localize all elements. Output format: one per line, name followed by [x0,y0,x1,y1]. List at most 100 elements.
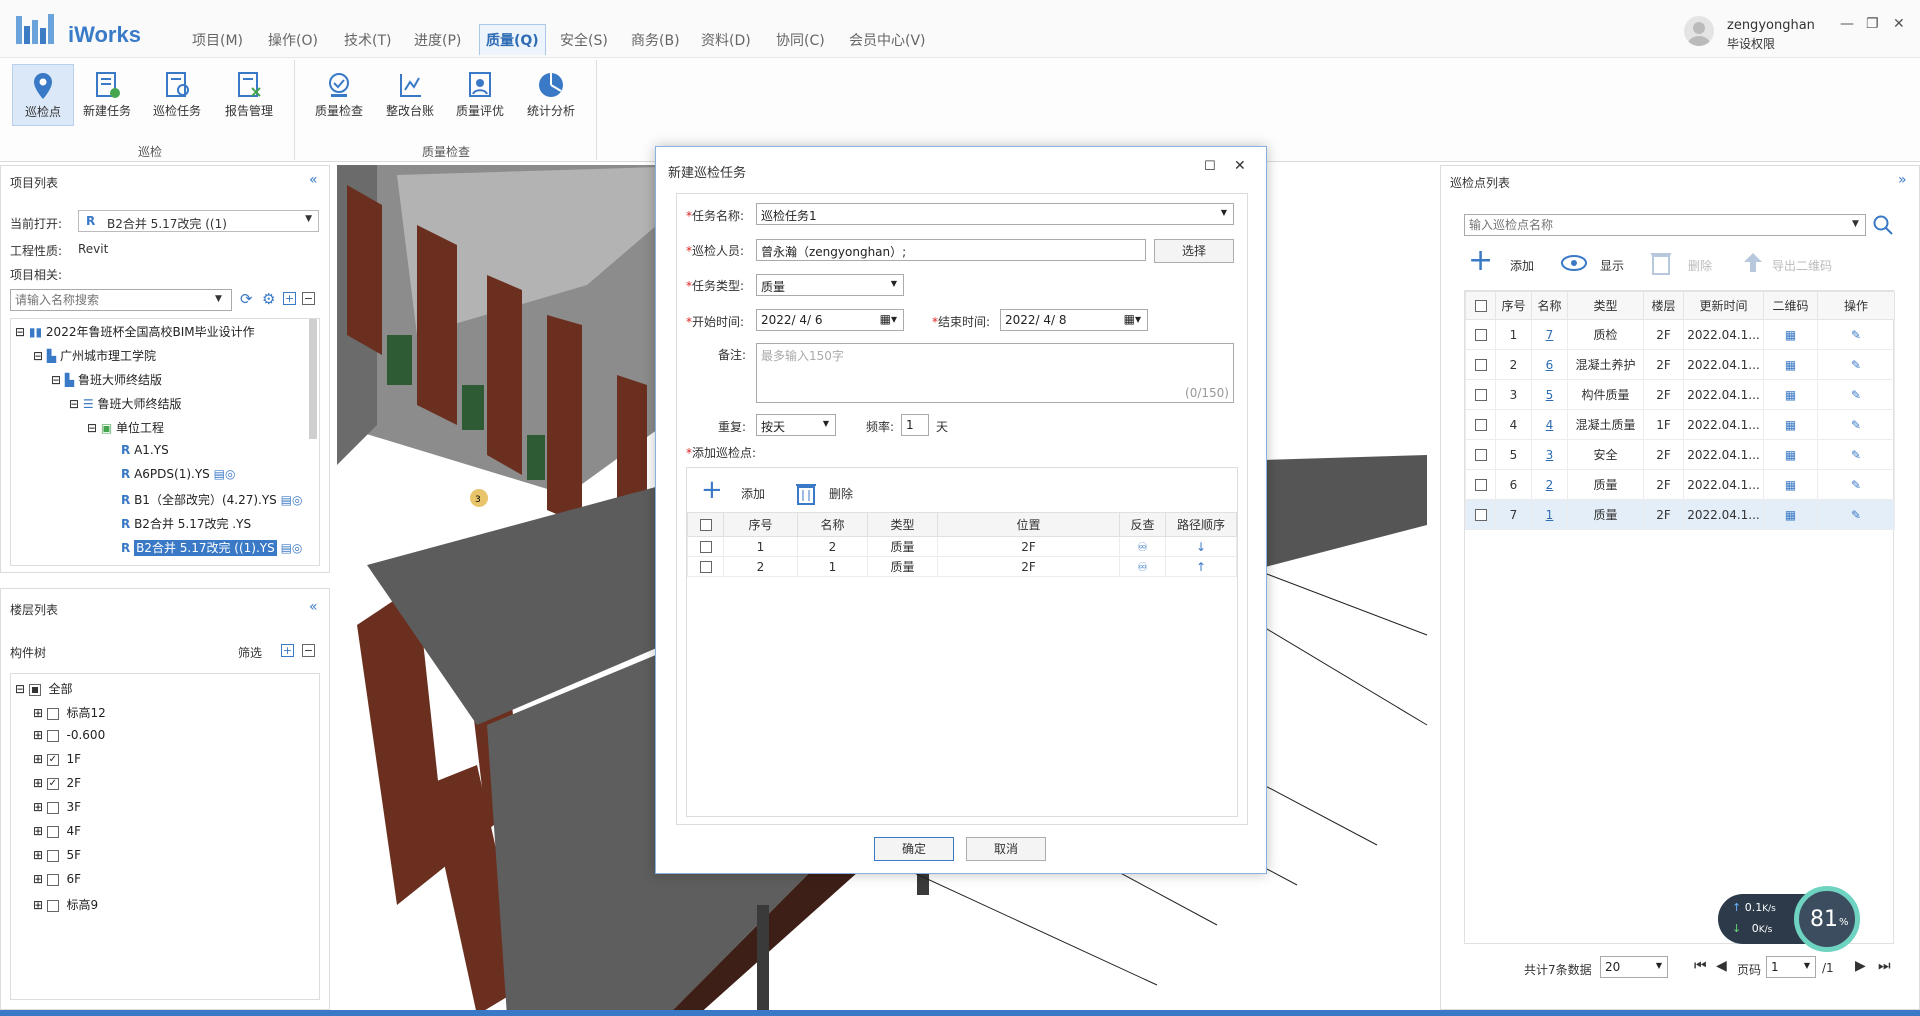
eye-icon[interactable] [1560,254,1588,272]
start-date-picker[interactable]: 2022/ 4/ 6 ▦▾ [756,309,904,331]
chevron-down-icon[interactable]: ▼ [1852,219,1859,229]
tree-node-model[interactable]: R A6PDS(1).YS ▤◎ [121,467,235,481]
prev-page-icon[interactable]: ◀ [1716,958,1727,974]
point-search-input[interactable] [1464,214,1866,236]
ribbon-stats-button[interactable]: 统计分析 [520,64,582,126]
point-name-link[interactable]: 1 [1531,499,1568,530]
checkbox[interactable] [46,849,59,862]
task-type-select[interactable]: 质量 ▼ [756,274,904,296]
checkbox[interactable] [1474,300,1487,312]
remark-textarea[interactable]: 最多输入150字 (0/150) [756,343,1234,403]
table-row[interactable]: 2 1 质量 2F ♾ ↑ [687,556,1237,577]
collapse-icon[interactable]: « [309,599,318,615]
menu-safety[interactable]: 安全(S) [560,30,608,50]
edit-icon[interactable]: ✎ [1817,469,1895,500]
ribbon-rectify-ledger-button[interactable]: 整改台账 [379,64,441,126]
checkbox[interactable] [1474,449,1487,461]
floor-item-all[interactable]: ⊟ 全部 [15,680,73,697]
qr-code-icon[interactable]: ▦ [1763,319,1818,350]
tree-node-project[interactable]: ⊟ ▙ 鲁班大师终结版 [51,371,162,388]
add-icon[interactable]: + [1468,246,1493,276]
show-button[interactable]: 显示 [1600,257,1624,274]
table-row[interactable]: 1 7 质检 2F 2022.04.1... ▦ ✎ [1465,319,1895,350]
tree-node-competition[interactable]: ⊟ ▮▮ 2022年鲁班杯全国高校BIM毕业设计作 [15,323,255,340]
trash-icon[interactable] [795,481,817,505]
add-point-button[interactable]: 添加 [741,485,765,502]
row-checkbox[interactable] [1465,439,1496,470]
order-arrow-icon[interactable]: ↑ [1165,556,1237,577]
scrollbar[interactable] [309,319,317,439]
qr-code-icon[interactable]: ▦ [1763,439,1818,470]
filter-button[interactable]: 筛选 [238,644,262,661]
close-icon[interactable]: ✕ [1234,158,1246,174]
checkbox[interactable] [1474,389,1487,401]
floor-item[interactable]: ⊞ 2F [33,776,81,790]
row-checkbox[interactable] [1465,469,1496,500]
floor-item[interactable]: ⊞ -0.600 [33,728,105,742]
checkbox[interactable] [1474,479,1487,491]
settings-icon[interactable]: ⚙ [262,290,275,308]
close-icon[interactable]: ✕ [1893,16,1905,32]
checkbox[interactable] [699,561,712,573]
next-page-icon[interactable]: ▶ [1855,958,1866,974]
menu-quality[interactable]: 质量(Q) [479,24,546,55]
header-checkbox[interactable] [1465,291,1496,320]
tree-node-model-selected[interactable]: R B2合并 5.17改完 ((1).YS ▤◎ [121,539,302,556]
menu-project[interactable]: 项目(M) [192,30,243,50]
tree-node-school[interactable]: ⊟ ▙ 广州城市理工学院 [33,347,156,364]
cpu-gauge[interactable]: 81 % [1794,886,1860,952]
edit-icon[interactable]: ✎ [1817,319,1895,350]
checkbox[interactable] [1474,329,1487,341]
checkbox[interactable] [46,825,59,838]
point-name-link[interactable]: 4 [1531,409,1568,440]
checkbox[interactable] [1474,419,1487,431]
trash-icon[interactable] [1650,250,1672,276]
floor-item[interactable]: ⊞ 6F [33,872,81,886]
ok-button[interactable]: 确定 [874,837,954,861]
menu-business[interactable]: 商务(B) [631,30,680,50]
floor-item[interactable]: ⊞ 4F [33,824,81,838]
menu-member[interactable]: 会员中心(V) [849,30,926,50]
table-row[interactable]: 2 6 混凝土养护 2F 2022.04.1... ▦ ✎ [1465,349,1895,380]
row-checkbox[interactable] [1465,379,1496,410]
checkbox[interactable] [28,683,41,696]
end-date-picker[interactable]: 2022/ 4/ 8 ▦▾ [1000,309,1148,331]
row-checkbox[interactable] [687,556,724,577]
checkbox[interactable] [46,729,59,742]
checkbox[interactable] [46,801,59,814]
table-row-selected[interactable]: 7 1 质量 2F 2022.04.1... ▦ ✎ [1465,499,1895,530]
floor-item[interactable]: ⊞ 3F [33,800,81,814]
floor-item[interactable]: ⊞ 1F [33,752,81,766]
expand-all-icon[interactable]: + [281,644,294,657]
collapse-icon[interactable]: « [309,172,318,188]
row-checkbox[interactable] [1465,499,1496,530]
order-arrow-icon[interactable]: ↓ [1165,536,1237,557]
ribbon-inspection-point-button[interactable]: 巡检点 [12,64,74,126]
point-name-link[interactable]: 6 [1531,349,1568,380]
delete-point-button[interactable]: 删除 [829,485,853,502]
collapse-all-icon[interactable]: − [302,644,315,657]
checkbox[interactable] [46,707,59,720]
row-checkbox[interactable] [1465,349,1496,380]
chevron-down-icon[interactable]: ▼ [215,294,222,304]
qr-code-icon[interactable]: ▦ [1763,409,1818,440]
repeat-select[interactable]: 按天 ▼ [756,414,836,436]
task-name-select[interactable]: 巡检任务1 ▼ [756,203,1234,225]
edit-icon[interactable]: ✎ [1817,379,1895,410]
table-row[interactable]: 5 3 安全 2F 2022.04.1... ▦ ✎ [1465,439,1895,470]
add-icon[interactable]: + [701,477,723,503]
select-inspector-button[interactable]: 选择 [1154,239,1234,263]
checkbox[interactable] [699,519,712,531]
menu-progress[interactable]: 进度(P) [414,30,461,50]
qr-code-icon[interactable]: ▦ [1763,469,1818,500]
maximize-icon[interactable]: ☐ [1204,159,1216,174]
menu-tech[interactable]: 技术(T) [344,30,391,50]
row-checkbox[interactable] [687,536,724,557]
reverse-lookup-icon[interactable]: ♾ [1119,536,1166,557]
checkbox[interactable] [699,541,712,553]
add-point-button[interactable]: 添加 [1510,257,1534,274]
minimize-icon[interactable]: — [1840,16,1854,32]
table-row[interactable]: 6 2 质量 2F 2022.04.1... ▦ ✎ [1465,469,1895,500]
inspector-input[interactable]: 曾永瀚（zengyonghan）; [756,239,1146,261]
table-row[interactable]: 3 5 构件质量 2F 2022.04.1... ▦ ✎ [1465,379,1895,410]
